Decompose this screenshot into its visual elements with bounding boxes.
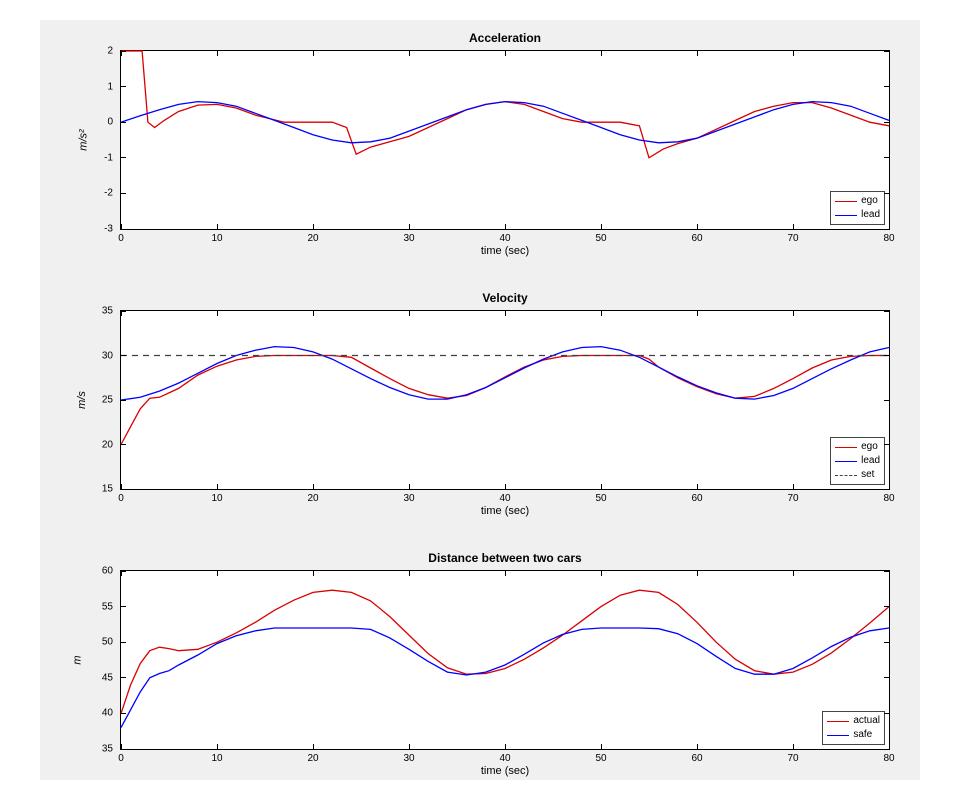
x-tick-label: 20 (307, 753, 318, 764)
x-tick-label: 20 (307, 493, 318, 504)
legend: actualsafe (822, 711, 885, 745)
y-tick-label: -1 (104, 152, 113, 163)
x-tick-label: 80 (883, 493, 894, 504)
legend-item-ego: ego (835, 440, 880, 454)
chart-title: Acceleration (121, 31, 889, 45)
x-tick-label: 50 (595, 233, 606, 244)
series-ego (121, 356, 889, 445)
series-ego (121, 51, 889, 158)
y-tick-label: 30 (102, 350, 113, 361)
x-tick-label: 60 (691, 233, 702, 244)
x-tick-label: 40 (499, 233, 510, 244)
axes-acceleration: Acceleration m/s² time (sec) egolead 010… (120, 50, 890, 230)
plot-area (121, 571, 889, 749)
y-tick-label: 0 (107, 117, 113, 128)
figure-panel: Acceleration m/s² time (sec) egolead 010… (40, 20, 920, 780)
y-tick-label: 20 (102, 439, 113, 450)
x-tick-label: 70 (787, 233, 798, 244)
x-tick-label: 80 (883, 233, 894, 244)
x-tick-label: 0 (118, 493, 124, 504)
plot-area (121, 311, 889, 489)
legend-item-safe: safe (827, 728, 880, 742)
y-axis-label: m/s² (78, 129, 90, 150)
x-tick-label: 70 (787, 493, 798, 504)
chart-title: Distance between two cars (121, 551, 889, 565)
x-tick-label: 50 (595, 493, 606, 504)
legend-item-ego: ego (835, 194, 880, 208)
legend-item-set: set (835, 468, 880, 482)
y-axis-label: m (72, 655, 84, 664)
series-lead (121, 347, 889, 400)
x-tick-label: 40 (499, 493, 510, 504)
x-tick-label: 60 (691, 493, 702, 504)
x-tick-label: 30 (403, 493, 414, 504)
y-tick-label: 45 (102, 672, 113, 683)
x-tick-label: 10 (211, 233, 222, 244)
chart-title: Velocity (121, 291, 889, 305)
y-tick-label: 40 (102, 708, 113, 719)
y-tick-label: -2 (104, 188, 113, 199)
x-axis-label: time (sec) (121, 505, 889, 517)
axes-velocity: Velocity m/s time (sec) egoleadset 01020… (120, 310, 890, 490)
x-tick-label: 80 (883, 753, 894, 764)
y-tick-label: 55 (102, 601, 113, 612)
y-tick-label: 50 (102, 637, 113, 648)
y-tick-label: 35 (102, 744, 113, 755)
x-tick-label: 30 (403, 233, 414, 244)
y-tick-label: 1 (107, 81, 113, 92)
legend: egoleadset (830, 437, 885, 485)
x-axis-label: time (sec) (121, 245, 889, 257)
x-tick-label: 0 (118, 233, 124, 244)
x-tick-label: 10 (211, 493, 222, 504)
x-tick-label: 50 (595, 753, 606, 764)
legend: egolead (830, 191, 885, 225)
plot-area (121, 51, 889, 229)
y-axis-label: m/s (76, 391, 88, 409)
y-tick-label: -3 (104, 224, 113, 235)
x-tick-label: 60 (691, 753, 702, 764)
legend-item-lead: lead (835, 454, 880, 468)
y-tick-label: 15 (102, 484, 113, 495)
y-tick-label: 35 (102, 306, 113, 317)
series-actual (121, 590, 889, 713)
series-safe (121, 628, 889, 728)
y-tick-label: 25 (102, 395, 113, 406)
x-tick-label: 10 (211, 753, 222, 764)
legend-item-actual: actual (827, 714, 880, 728)
legend-item-lead: lead (835, 208, 880, 222)
axes-distance: Distance between two cars m time (sec) a… (120, 570, 890, 750)
x-tick-label: 70 (787, 753, 798, 764)
x-axis-label: time (sec) (121, 765, 889, 777)
x-tick-label: 30 (403, 753, 414, 764)
x-tick-label: 0 (118, 753, 124, 764)
x-tick-label: 20 (307, 233, 318, 244)
x-tick-label: 40 (499, 753, 510, 764)
y-tick-label: 2 (107, 46, 113, 57)
y-tick-label: 60 (102, 566, 113, 577)
